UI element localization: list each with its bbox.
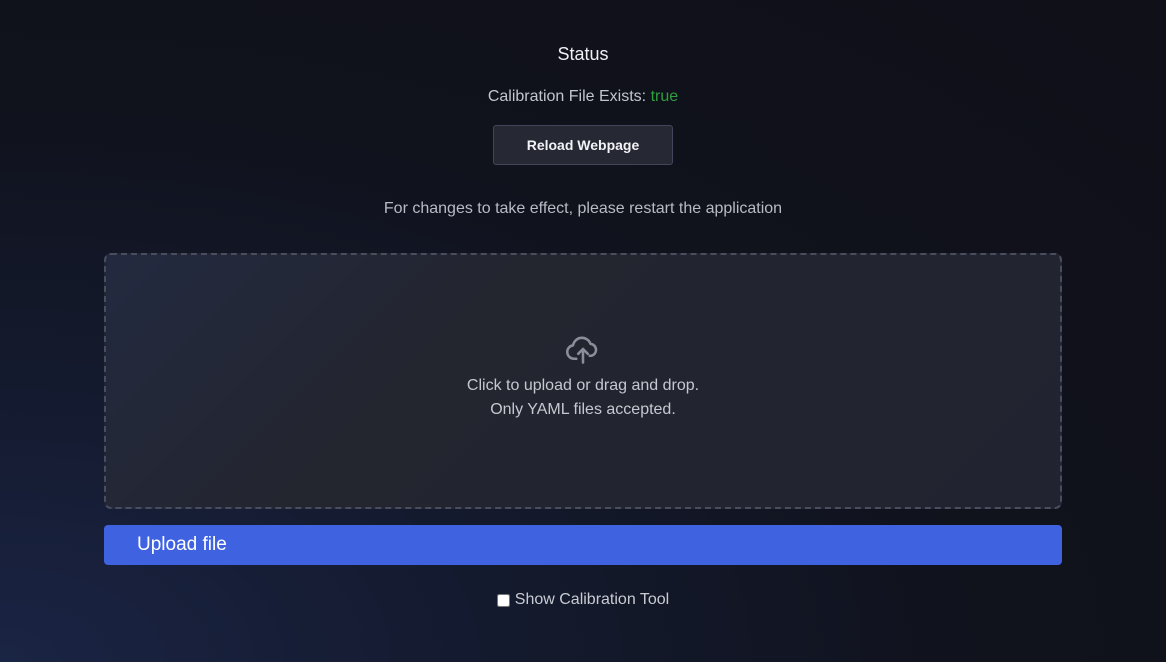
- calibration-value: true: [650, 88, 679, 105]
- status-title: Status: [557, 44, 609, 64]
- cloud-upload-icon: [565, 336, 598, 364]
- restart-note: For changes to take effect, please resta…: [383, 200, 783, 217]
- show-calibration-tool-label: Show Calibration Tool: [514, 591, 670, 608]
- show-calibration-tool-toggle[interactable]: Show Calibration Tool: [0, 591, 1166, 609]
- dropzone-accepted-types: Only YAML files accepted.: [490, 401, 676, 418]
- dropzone-instruction: Click to upload or drag and drop.: [466, 377, 700, 394]
- calibration-label: Calibration File Exists:: [487, 88, 647, 105]
- upload-file-button[interactable]: Upload file: [104, 525, 1062, 565]
- show-calibration-tool-checkbox[interactable]: [496, 593, 510, 607]
- calibration-status: Calibration File Exists: true: [0, 88, 1166, 106]
- file-dropzone[interactable]: Click to upload or drag and drop. Only Y…: [104, 253, 1062, 509]
- reload-webpage-button[interactable]: Reload Webpage: [493, 125, 673, 165]
